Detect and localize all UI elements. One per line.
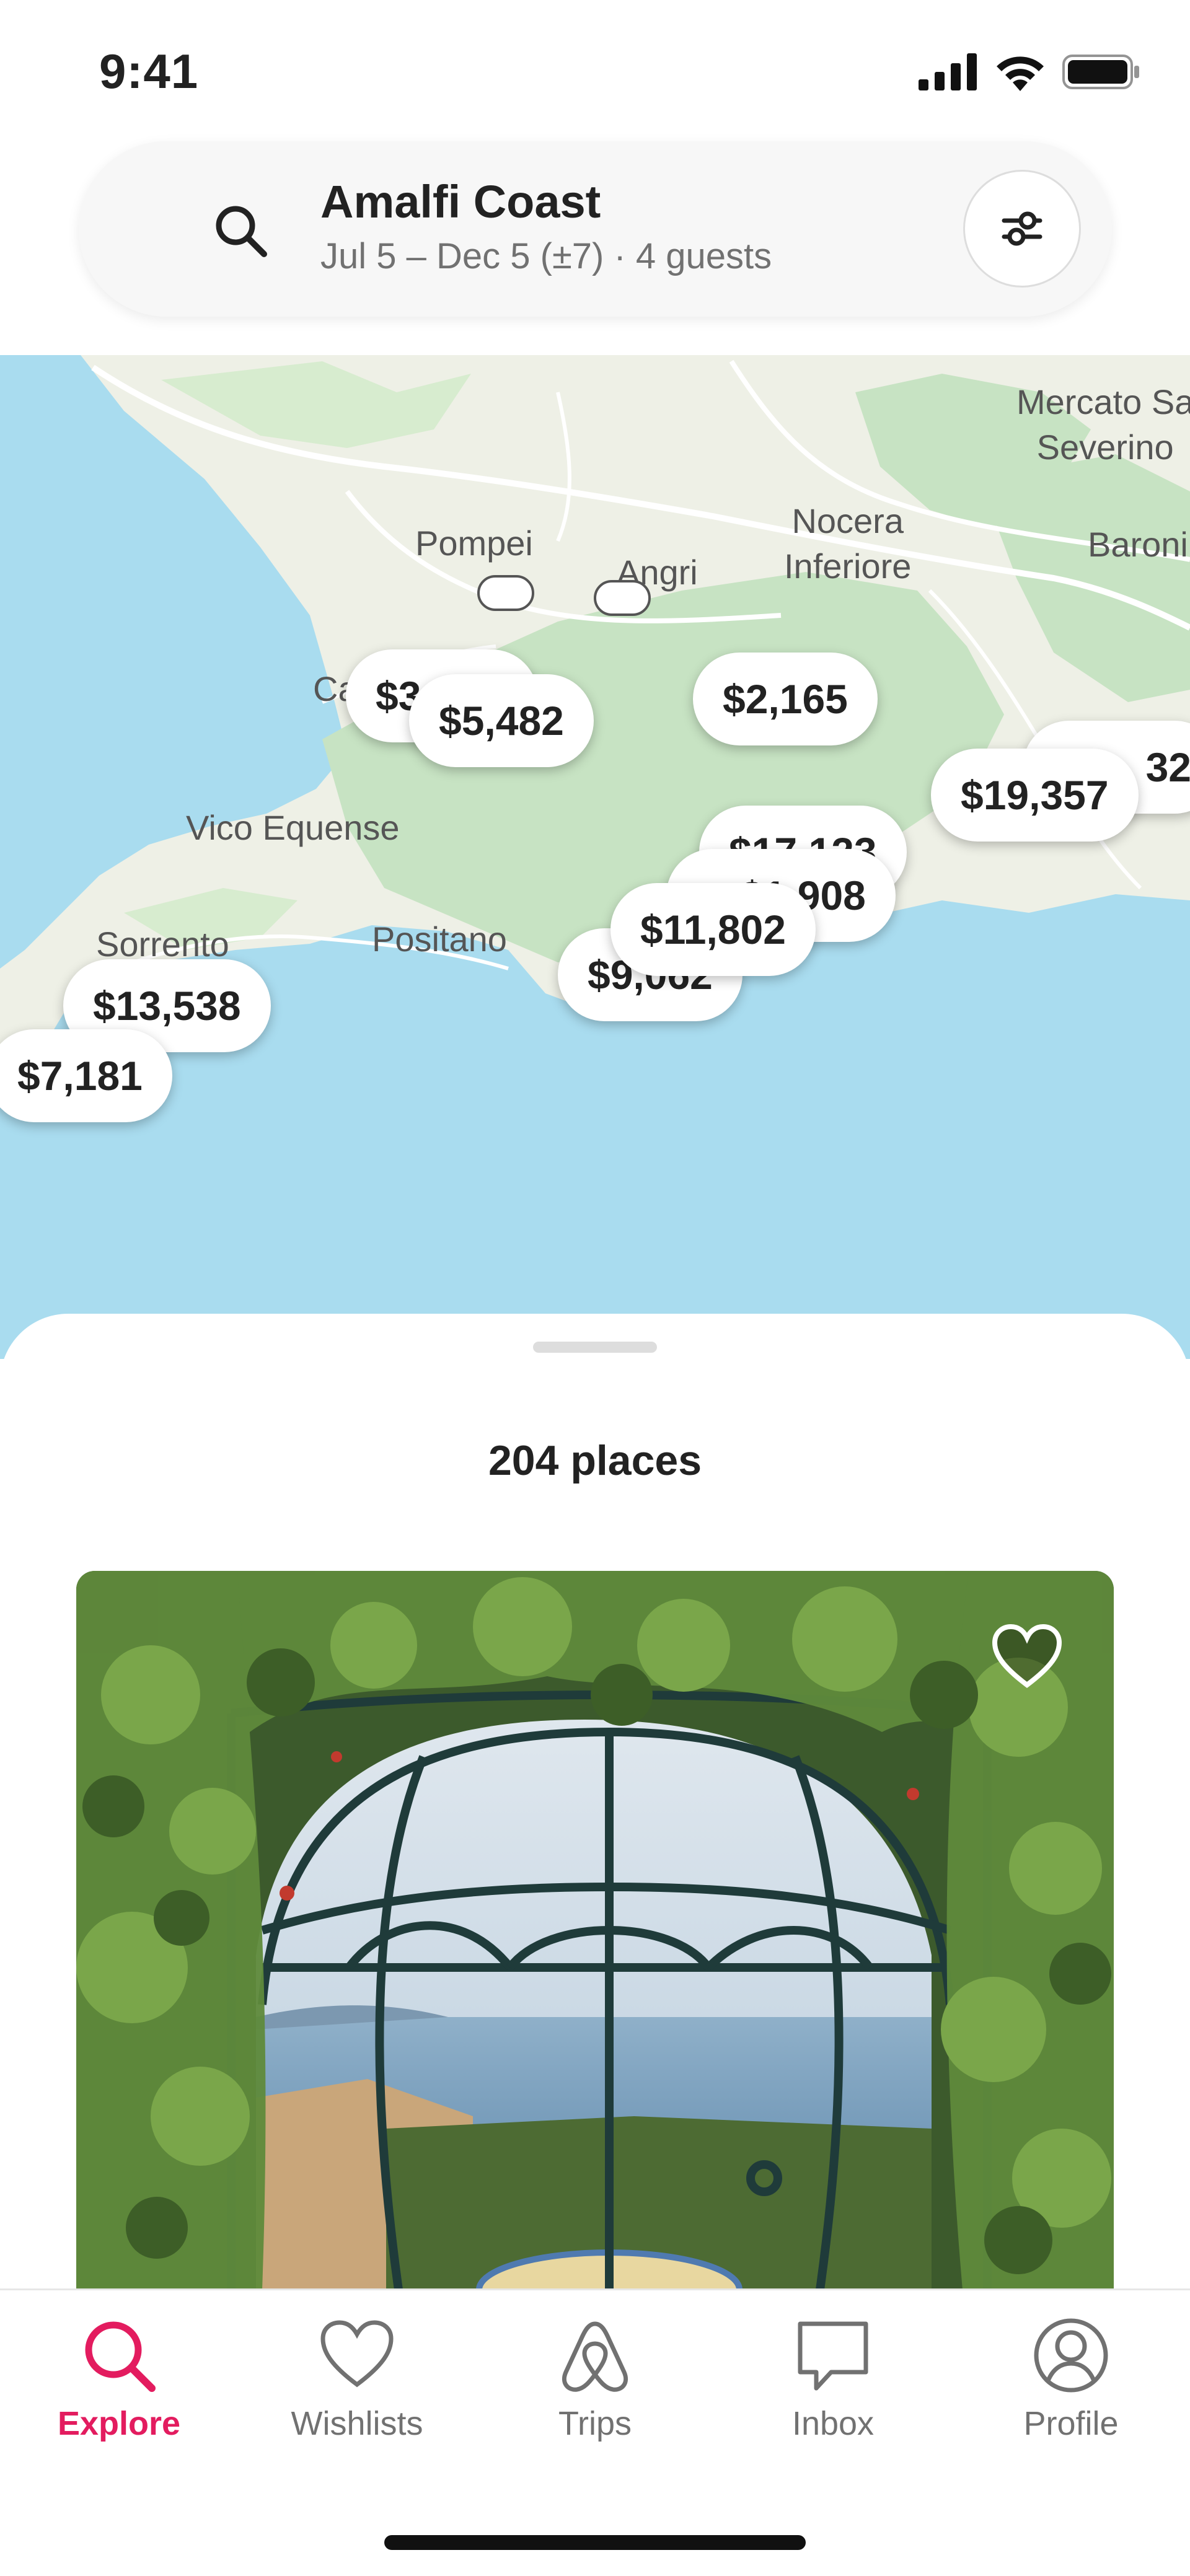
signal-icon bbox=[919, 53, 977, 90]
tab-wishlists[interactable]: Wishlists bbox=[264, 2315, 450, 2443]
sliders-icon bbox=[1002, 211, 1042, 246]
filter-button[interactable] bbox=[963, 170, 1081, 288]
tab-trips[interactable]: Trips bbox=[502, 2315, 688, 2443]
status-icons bbox=[919, 53, 1140, 91]
listing-image bbox=[76, 1571, 1114, 2290]
message-icon bbox=[798, 2321, 868, 2391]
search-destination: Amalfi Coast bbox=[320, 176, 601, 227]
map-label-positano: Positano bbox=[372, 920, 507, 959]
search-details: Jul 5 – Dec 5 (±7) · 4 guests bbox=[320, 236, 772, 276]
status-bar: 9:41 bbox=[0, 0, 1190, 143]
status-time: 9:41 bbox=[99, 44, 199, 99]
tab-label: Trips bbox=[558, 2405, 632, 2442]
map[interactable]: Mercato Sa Severino Pompei Angri Nocera … bbox=[0, 355, 1190, 1359]
map-dot-pin[interactable] bbox=[594, 580, 651, 616]
price-pin[interactable]: $7,181 bbox=[0, 1029, 172, 1122]
tab-inbox[interactable]: Inbox bbox=[740, 2315, 926, 2443]
map-terrain bbox=[0, 355, 1190, 1359]
map-label-mercato: Mercato Sa Severino bbox=[1016, 382, 1190, 467]
price-pin[interactable]: $11,802 bbox=[610, 883, 816, 976]
search-icon bbox=[85, 2321, 156, 2392]
airbnb-logo-icon bbox=[562, 2321, 628, 2392]
listing-photo[interactable] bbox=[76, 1571, 1114, 2290]
search-icon bbox=[216, 206, 267, 257]
price-pin[interactable]: $2,165 bbox=[693, 653, 878, 745]
search-bar[interactable]: Amalfi Coast Jul 5 – Dec 5 (±7) · 4 gues… bbox=[79, 141, 1112, 317]
results-sheet[interactable]: 204 places bbox=[0, 1314, 1190, 2293]
tab-label: Profile bbox=[1023, 2405, 1119, 2442]
heart-icon[interactable] bbox=[990, 1620, 1064, 1695]
profile-icon bbox=[1034, 2318, 1108, 2393]
heart-icon bbox=[320, 2320, 394, 2388]
map-label-baroni: Baroni bbox=[1088, 525, 1188, 564]
battery-icon bbox=[1062, 55, 1139, 89]
home-indicator[interactable] bbox=[384, 2535, 806, 2550]
tab-explore[interactable]: Explore bbox=[26, 2315, 212, 2443]
tab-profile[interactable]: Profile bbox=[978, 2315, 1164, 2443]
places-count: 204 places bbox=[488, 1437, 702, 1484]
sheet-drag-handle[interactable] bbox=[533, 1342, 657, 1353]
map-label-vico-equense: Vico Equense bbox=[186, 808, 400, 847]
price-pin[interactable]: $5,482 bbox=[409, 674, 594, 767]
tab-bar: Explore Wishlists Trips Inbox Profile bbox=[0, 2288, 1190, 2576]
map-dot-pin[interactable] bbox=[477, 575, 534, 611]
map-label-pompei: Pompei bbox=[415, 524, 533, 563]
tab-label: Wishlists bbox=[291, 2405, 423, 2442]
price-pin[interactable]: $19,357 bbox=[931, 749, 1139, 842]
wifi-icon bbox=[997, 56, 1044, 91]
tab-label: Explore bbox=[57, 2405, 181, 2442]
tab-label: Inbox bbox=[791, 2405, 875, 2442]
map-label-nocera: Nocera Inferiore bbox=[784, 501, 912, 586]
